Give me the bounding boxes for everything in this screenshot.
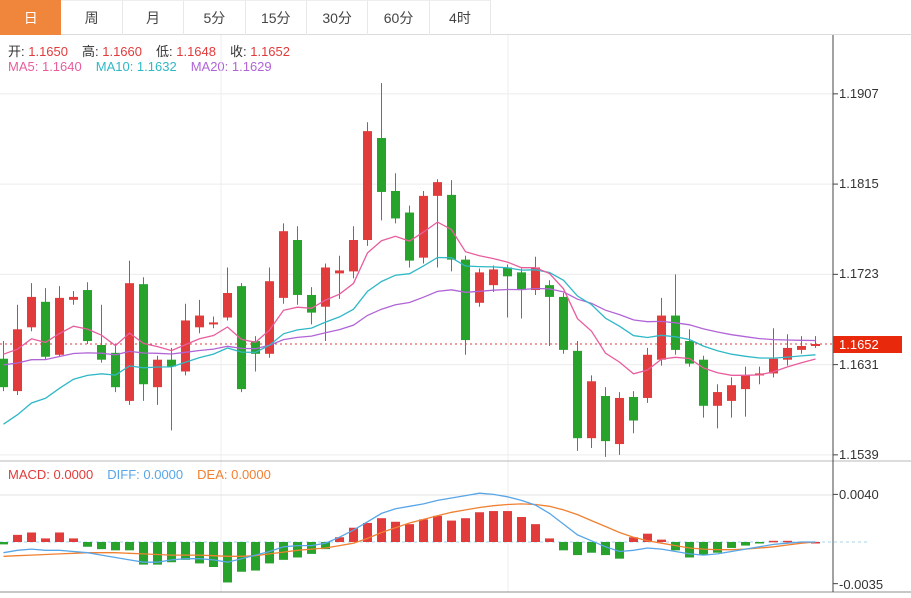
macd-hist-bar <box>97 542 106 549</box>
macd-legend: MACD: 0.0000 DIFF: 0.0000 DEA: 0.0000 <box>8 467 285 482</box>
candle-body <box>461 260 470 340</box>
price-tick-label: 1.1815 <box>839 176 909 191</box>
candle-body <box>349 240 358 271</box>
candle-body <box>279 231 288 298</box>
candle-body <box>293 240 302 295</box>
candle-body <box>307 295 316 313</box>
macd-hist-bar <box>377 518 386 542</box>
macd-hist-bar <box>307 542 316 554</box>
macd-axis-bottom-label: -0.0035 <box>839 577 909 592</box>
candle-body <box>741 375 750 389</box>
macd-hist-bar <box>531 524 540 542</box>
candle-body <box>83 290 92 341</box>
macd-hist-bar <box>517 517 526 542</box>
candle-body <box>153 360 162 387</box>
candle-body <box>195 316 204 328</box>
price-tick-label: 1.1723 <box>839 266 909 281</box>
candle-body <box>797 346 806 350</box>
macd-hist-bar <box>559 542 568 550</box>
candle-body <box>601 396 610 441</box>
candle-body <box>615 398 624 444</box>
kline-chart-app: 日周月5分15分30分60分4时 开: 1.1650高: 1.1660低: 1.… <box>0 0 911 598</box>
macd-hist-bar <box>111 542 120 550</box>
candle-body <box>573 351 582 438</box>
macd-hist-bar <box>685 542 694 557</box>
macd-hist-bar <box>489 511 498 542</box>
price-tick-label: 1.1907 <box>839 86 909 101</box>
candle-body <box>545 285 554 297</box>
macd-hist-bar <box>195 542 204 563</box>
macd-hist-bar <box>447 521 456 542</box>
macd-hist-bar <box>405 524 414 542</box>
macd-hist-bar <box>433 516 442 542</box>
macd-hist-bar <box>209 542 218 567</box>
macd-hist-bar <box>755 542 764 544</box>
candle-body <box>489 269 498 285</box>
macd-hist-bar <box>601 542 610 555</box>
macd-hist-bar <box>475 512 484 542</box>
macd-hist-bar <box>587 542 596 553</box>
candle-body <box>517 272 526 290</box>
candle-body <box>419 196 428 258</box>
macd-hist-bar <box>573 542 582 555</box>
candle-body <box>41 302 50 357</box>
macd-hist-bar <box>545 538 554 542</box>
macd-hist-bar <box>69 538 78 542</box>
candle-body <box>811 344 820 346</box>
macd-hist-bar <box>181 542 190 560</box>
candle-body <box>671 316 680 350</box>
candle-body <box>97 345 106 360</box>
macd-hist-bar <box>125 542 134 550</box>
macd-hist-bar <box>783 541 792 543</box>
candle-body <box>139 284 148 384</box>
candle-body <box>629 397 638 421</box>
current-price-badge: 1.1652 <box>833 336 902 353</box>
candle-body <box>55 298 64 355</box>
macd-row-item: MACD: 0.0000 <box>8 467 93 482</box>
macd-hist-bar <box>279 542 288 560</box>
macd-hist-bar <box>503 511 512 542</box>
candle-body <box>125 283 134 401</box>
candle-body <box>223 293 232 318</box>
candle-body <box>335 270 344 273</box>
candle-body <box>475 272 484 302</box>
macd-hist-bar <box>41 538 50 542</box>
price-tick-label: 1.1539 <box>839 447 909 462</box>
candle-body <box>69 297 78 300</box>
macd-row-item: DEA: 0.0000 <box>197 467 271 482</box>
macd-axis-top-label: 0.0040 <box>839 487 909 502</box>
macd-hist-bar <box>461 518 470 542</box>
candle-body <box>727 385 736 401</box>
candle-body <box>391 191 400 218</box>
chart-svg[interactable] <box>0 0 911 598</box>
candle-body <box>643 355 652 398</box>
candle-body <box>0 359 8 387</box>
candle-body <box>363 131 372 240</box>
macd-hist-bar <box>657 540 666 542</box>
macd-hist-bar <box>55 532 64 542</box>
macd-hist-bar <box>0 542 8 544</box>
price-tick-label: 1.1631 <box>839 357 909 372</box>
candle-body <box>111 353 120 387</box>
macd-hist-bar <box>769 541 778 543</box>
candle-body <box>237 286 246 389</box>
candle-body <box>377 138 386 192</box>
candle-body <box>433 182 442 196</box>
candle-body <box>559 297 568 350</box>
candle-body <box>27 297 36 327</box>
candle-body <box>13 329 22 391</box>
candle-body <box>209 322 218 324</box>
macd-hist-bar <box>391 522 400 542</box>
macd-hist-bar <box>419 519 428 542</box>
macd-hist-bar <box>27 532 36 542</box>
macd-row-item: DIFF: 0.0000 <box>107 467 183 482</box>
macd-hist-bar <box>83 542 92 547</box>
macd-hist-bar <box>741 542 750 546</box>
candle-body <box>713 392 722 406</box>
candle-body <box>405 213 414 261</box>
candle-body <box>587 381 596 438</box>
macd-hist-bar <box>713 542 722 553</box>
macd-hist-bar <box>727 542 736 548</box>
macd-hist-bar <box>13 535 22 542</box>
